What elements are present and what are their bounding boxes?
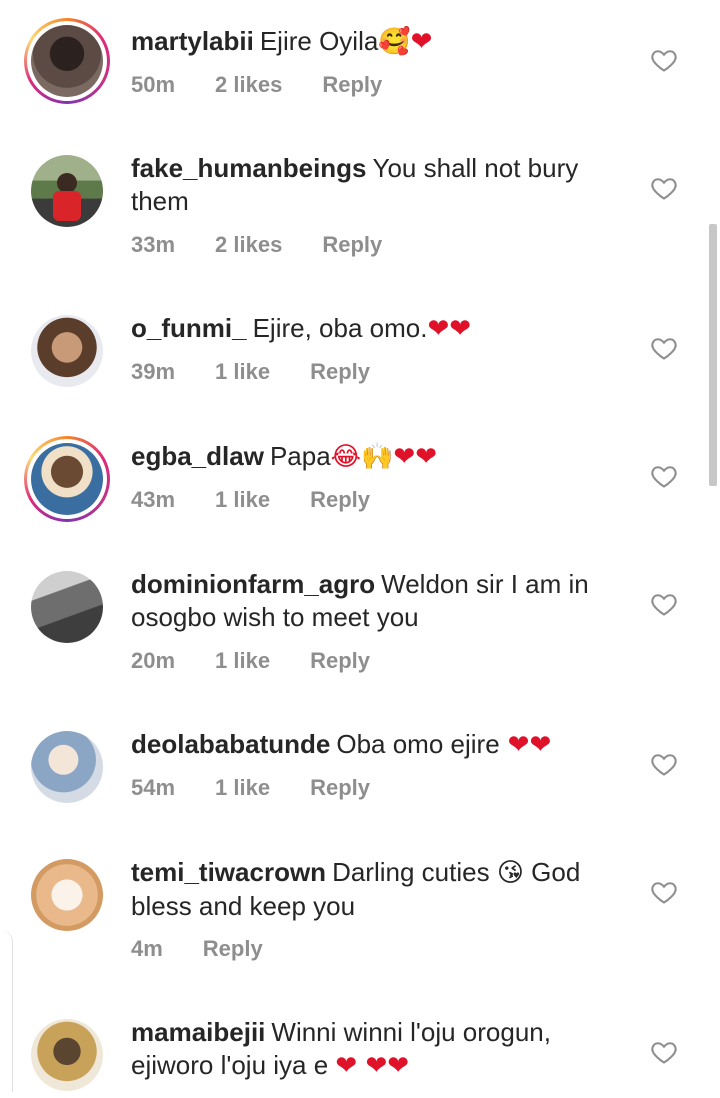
heart-outline-icon[interactable]	[650, 1038, 678, 1066]
comment-username[interactable]: fake_humanbeings	[131, 153, 367, 183]
avatar[interactable]	[24, 148, 110, 234]
comment-likes[interactable]: 1 like	[215, 648, 270, 674]
comment-text: deolababatunde Oba omo ejire ❤❤	[131, 728, 631, 762]
comment-username[interactable]: dominionfarm_agro	[131, 569, 375, 599]
comment-emoji: ❤❤	[427, 314, 472, 344]
edge-panel-handle[interactable]	[0, 930, 13, 1092]
avatar[interactable]	[24, 308, 110, 394]
reply-button[interactable]: Reply	[322, 232, 382, 258]
comment-username[interactable]: temi_tiwacrown	[131, 857, 326, 887]
scrollbar[interactable]	[709, 224, 717, 486]
reply-button[interactable]: Reply	[322, 72, 382, 98]
comment-message: Papa	[269, 441, 331, 471]
comment-message: Darling cuties	[332, 857, 490, 887]
comment-time: 43m	[131, 487, 176, 512]
comment-text: dominionfarm_agro Weldon sir I am in osog…	[131, 568, 631, 634]
comment-emoji: ❤❤	[507, 730, 552, 760]
comment-message: Ejire, oba omo.	[252, 313, 428, 343]
reply-button[interactable]: Reply	[310, 648, 370, 674]
comment-text: mamaibejii Winni winni l'oju orogun, ejiw…	[131, 1016, 631, 1083]
comment-text: egba_dlaw Papa😂🙌❤❤	[131, 440, 631, 474]
heart-outline-icon[interactable]	[650, 590, 678, 618]
avatar[interactable]	[24, 436, 110, 522]
comment-username[interactable]: mamaibejii	[131, 1017, 265, 1047]
avatar[interactable]	[24, 852, 110, 938]
comment-emoji: ❤ ❤❤	[335, 1051, 410, 1081]
comment-username[interactable]: deolababatunde	[131, 729, 330, 759]
comment-time: 54m	[131, 775, 176, 800]
avatar[interactable]	[24, 1012, 110, 1098]
comment-likes[interactable]: 1 like	[215, 775, 270, 801]
comment-message: Ejire Oyila	[259, 26, 379, 56]
comment-likes[interactable]: 1 like	[215, 359, 270, 385]
comment-text: fake_humanbeings You shall not bury them	[131, 152, 631, 218]
avatar[interactable]	[24, 724, 110, 810]
comment-time: 4m	[131, 936, 163, 961]
reply-button[interactable]: Reply	[203, 936, 263, 962]
reply-button[interactable]: Reply	[310, 775, 370, 801]
heart-outline-icon[interactable]	[650, 334, 678, 362]
comment-text: o_funmi_ Ejire, oba omo.❤❤	[131, 312, 631, 346]
comment-emoji: 😂🙌❤❤	[330, 442, 437, 472]
comment-likes[interactable]: 1 like	[215, 487, 270, 513]
comment-text: temi_tiwacrown Darling cuties 😘 God bless…	[131, 856, 631, 923]
reply-button[interactable]: Reply	[310, 487, 370, 513]
comment-username[interactable]: egba_dlaw	[131, 441, 264, 471]
avatar[interactable]	[24, 18, 110, 104]
heart-outline-icon[interactable]	[650, 462, 678, 490]
comment-time: 20m	[131, 648, 176, 673]
comment-emoji: 🥰❤	[378, 27, 433, 57]
comment-username[interactable]: o_funmi_	[131, 313, 247, 343]
comment-time: 33m	[131, 232, 176, 257]
comment-message: Oba omo ejire	[336, 729, 500, 759]
heart-outline-icon[interactable]	[650, 174, 678, 202]
heart-outline-icon[interactable]	[650, 750, 678, 778]
comment-time: 50m	[131, 72, 176, 97]
heart-outline-icon[interactable]	[650, 46, 678, 74]
heart-outline-icon[interactable]	[650, 878, 678, 906]
comment-username[interactable]: martylabii	[131, 26, 254, 56]
avatar[interactable]	[24, 564, 110, 650]
reply-button[interactable]: Reply	[310, 359, 370, 385]
comment-time: 39m	[131, 359, 176, 384]
comment-likes[interactable]: 2 likes	[215, 72, 282, 98]
comment-emoji: 😘	[496, 858, 524, 888]
comment-text: martylabii Ejire Oyila🥰❤	[131, 25, 631, 59]
comment-likes[interactable]: 2 likes	[215, 232, 282, 258]
